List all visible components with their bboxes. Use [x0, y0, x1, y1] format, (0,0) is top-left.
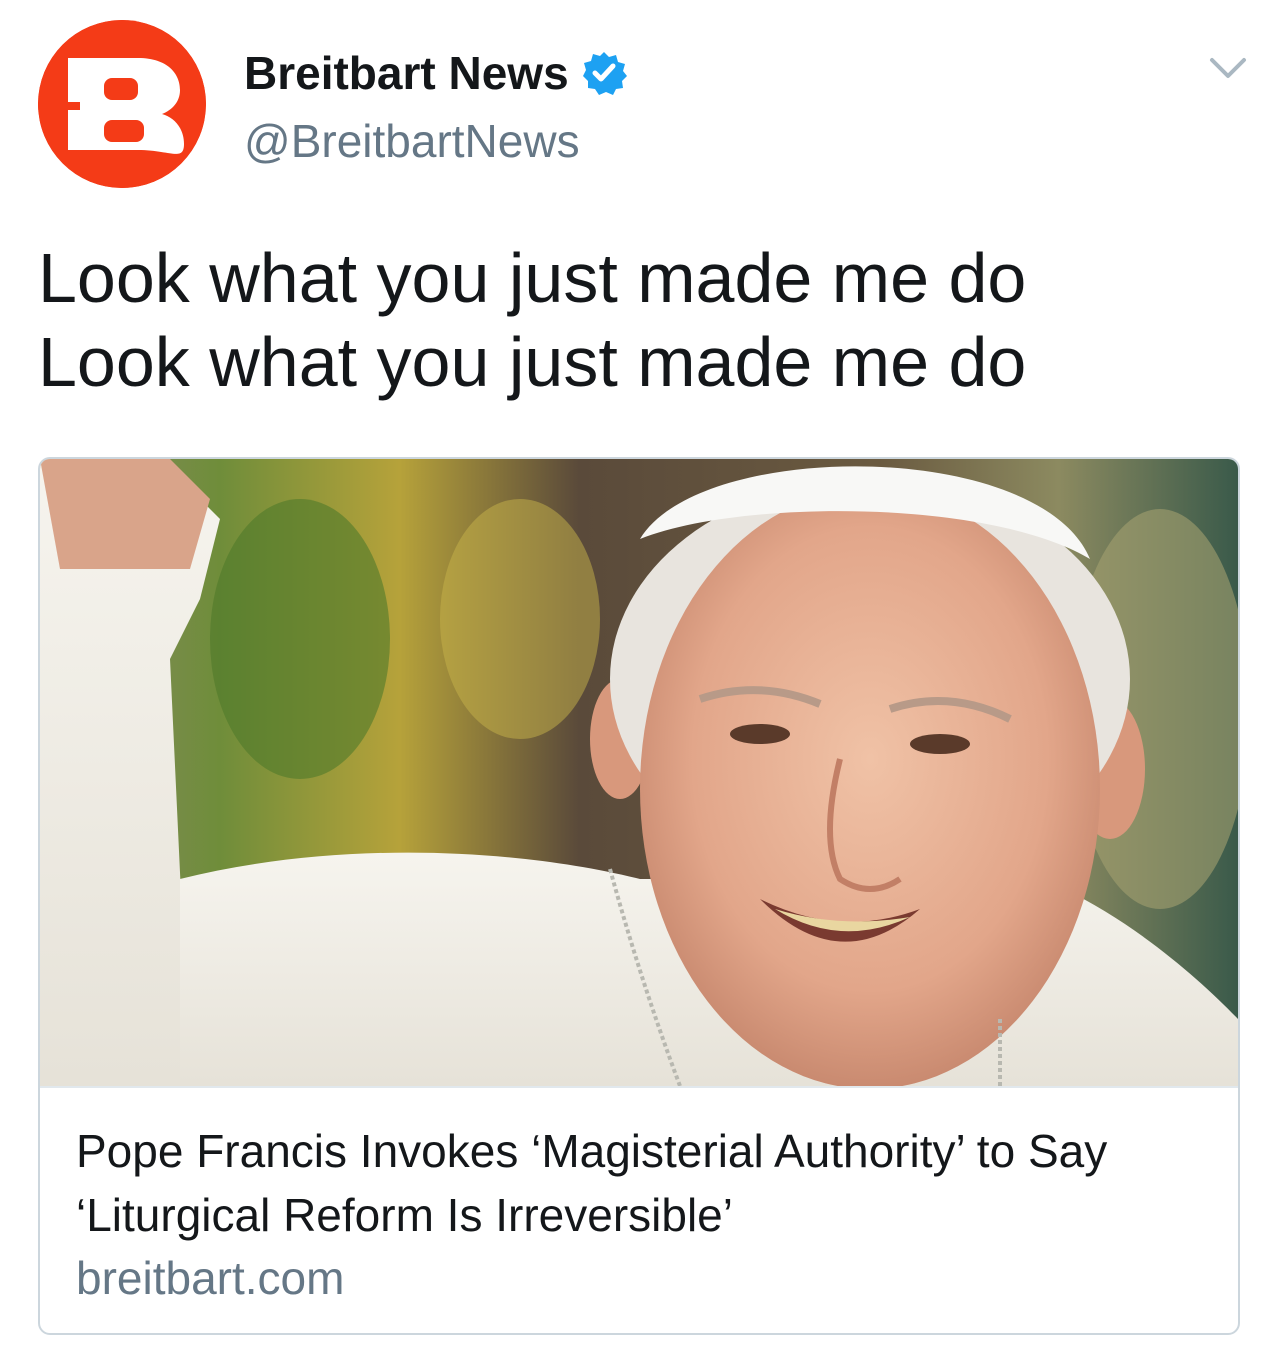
card-title-line: Pope Francis Invokes ‘Magisterial Author… [76, 1125, 1108, 1177]
pope-francis-photo [40, 459, 1238, 1089]
tweet-text-line: Look what you just made me do [38, 323, 1027, 401]
card-image[interactable] [40, 459, 1238, 1089]
card-title-line: ‘Liturgical Reform Is Irreversible’ [76, 1189, 733, 1241]
tweet-text-line: Look what you just made me do [38, 239, 1027, 317]
chevron-down-icon[interactable] [1206, 48, 1250, 88]
tweet: Breitbart News @BreitbartNews Look what … [0, 0, 1280, 1364]
link-card[interactable]: Pope Francis Invokes ‘Magisterial Author… [38, 457, 1240, 1335]
tweet-text: Look what you just made me do Look what … [38, 236, 1238, 404]
verified-badge-icon [581, 50, 627, 96]
author-name-text: Breitbart News [244, 47, 569, 99]
avatar[interactable] [38, 20, 206, 188]
breitbart-logo-icon [38, 20, 206, 188]
author-name[interactable]: Breitbart News [244, 44, 627, 102]
card-title[interactable]: Pope Francis Invokes ‘Magisterial Author… [76, 1119, 1216, 1247]
card-domain[interactable]: breitbart.com [76, 1249, 344, 1307]
author-handle[interactable]: @BreitbartNews [244, 112, 580, 170]
